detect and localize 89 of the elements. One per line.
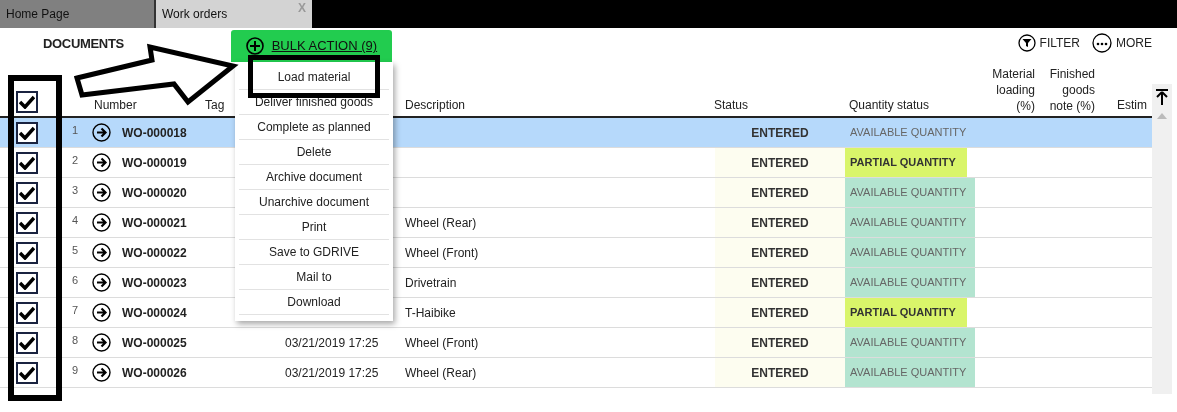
checkbox[interactable]: [16, 361, 38, 384]
quantity-status-cell: AVAILABLE QUANTITY: [845, 268, 975, 297]
quantity-status-cell: AVAILABLE QUANTITY: [845, 238, 975, 267]
quantity-status-cell: PARTIAL QUANTITY: [845, 148, 967, 177]
menu-item[interactable]: Delete: [239, 140, 389, 165]
table-cell: WO-000025: [122, 335, 187, 350]
section-title: DOCUMENTS: [43, 35, 124, 53]
checkbox[interactable]: [16, 211, 38, 234]
status-text: ENTERED: [751, 274, 809, 292]
checkbox[interactable]: [16, 91, 38, 113]
row-number: 1: [72, 124, 79, 136]
status-text: ENTERED: [751, 244, 809, 262]
menu-item[interactable]: Archive document: [239, 165, 389, 190]
row-number: 6: [72, 274, 79, 286]
table-cell: WO-000019: [122, 155, 187, 170]
arrow-right-circle-icon[interactable]: [92, 153, 111, 172]
table-cell: T-Haibike: [405, 305, 456, 320]
quantity-status-cell: AVAILABLE QUANTITY: [845, 208, 975, 237]
row-number: 2: [72, 154, 79, 166]
status-text: ENTERED: [751, 184, 809, 202]
checkbox[interactable]: [16, 181, 38, 204]
menu-item[interactable]: Load material: [239, 65, 389, 90]
checkbox[interactable]: [16, 241, 38, 264]
menu-item[interactable]: Mail to: [239, 265, 389, 290]
column-header[interactable]: Number: [94, 96, 205, 116]
status-text: ENTERED: [751, 334, 809, 352]
more-icon: [1092, 33, 1112, 53]
menu-item[interactable]: Print: [239, 215, 389, 240]
table-cell: WO-000022: [122, 245, 187, 260]
filter-button[interactable]: FILTER: [1017, 34, 1080, 52]
table-cell: Wheel (Front): [405, 335, 479, 350]
checkbox[interactable]: [16, 271, 38, 294]
table-cell: WO-000018: [122, 125, 187, 140]
status-text: ENTERED: [751, 304, 809, 322]
status-text: ENTERED: [751, 124, 809, 142]
table-cell: WO-000023: [122, 275, 187, 290]
arrow-right-circle-icon[interactable]: [92, 303, 111, 322]
tab[interactable]: Home Page: [0, 0, 156, 28]
arrow-right-circle-icon[interactable]: [92, 363, 111, 382]
checkbox[interactable]: [16, 121, 38, 144]
quantity-status-cell: PARTIAL QUANTITY: [845, 298, 967, 327]
checkbox[interactable]: [16, 151, 38, 174]
quantity-status-cell-text: AVAILABLE QUANTITY: [849, 125, 968, 141]
status-text: ENTERED: [751, 364, 809, 382]
row-number: 4: [72, 214, 79, 226]
status-text: ENTERED: [751, 154, 809, 172]
arrow-right-circle-icon[interactable]: [92, 273, 111, 292]
column-header[interactable]: Estim: [1095, 96, 1152, 116]
arrow-right-circle-icon[interactable]: [92, 213, 111, 232]
arrow-right-circle-icon[interactable]: [92, 333, 111, 352]
arrow-right-circle-icon[interactable]: [92, 243, 111, 262]
menu-item[interactable]: Unarchive document: [239, 190, 389, 215]
table-cell: 03/21/2019 17:25: [285, 365, 379, 380]
menu-item[interactable]: Save to GDRIVE: [239, 240, 389, 265]
table-cell: Wheel (Front): [405, 245, 479, 260]
column-header[interactable]: Status: [714, 96, 845, 116]
status-text: ENTERED: [751, 214, 809, 232]
table-cell: Wheel (Rear): [405, 365, 477, 380]
table-cell: WO-000020: [122, 185, 187, 200]
plus-circle-icon: [245, 37, 264, 55]
column-header[interactable]: Quantity status: [845, 96, 975, 116]
tab[interactable]: Work orders X: [156, 0, 312, 28]
column-header[interactable]: Description: [405, 96, 714, 116]
row-number: 3: [72, 184, 79, 196]
column-header[interactable]: Material loading (%): [975, 66, 1035, 116]
quantity-status-cell: AVAILABLE QUANTITY: [845, 328, 975, 357]
row-number: 8: [72, 334, 79, 346]
row-number: 7: [72, 304, 79, 316]
row-number: 9: [72, 364, 79, 376]
menu-item[interactable]: Download: [239, 290, 389, 315]
table-cell: WO-000021: [122, 215, 187, 230]
scrollbar[interactable]: [1152, 84, 1172, 394]
column-header[interactable]: Finished goods note (%): [1035, 66, 1095, 116]
menu-item[interactable]: Complete as planned: [239, 115, 389, 140]
filter-icon: [1017, 34, 1036, 52]
table-cell: Drivetrain: [405, 275, 457, 290]
arrow-right-circle-icon[interactable]: [92, 183, 111, 202]
table-cell: WO-000024: [122, 305, 187, 320]
row-number: 5: [72, 244, 79, 256]
scroll-to-top-icon[interactable]: [1156, 89, 1168, 105]
quantity-status-cell: AVAILABLE QUANTITY: [845, 358, 975, 387]
quantity-status-cell: AVAILABLE QUANTITY: [845, 178, 975, 207]
arrow-right-circle-icon[interactable]: [92, 123, 111, 142]
table-cell: Wheel (Rear): [405, 215, 477, 230]
table-cell: 03/21/2019 17:25: [285, 335, 379, 350]
more-button[interactable]: MORE: [1092, 33, 1152, 53]
checkbox[interactable]: [16, 331, 38, 354]
table-cell: WO-000026: [122, 365, 187, 380]
checkbox[interactable]: [16, 301, 38, 324]
